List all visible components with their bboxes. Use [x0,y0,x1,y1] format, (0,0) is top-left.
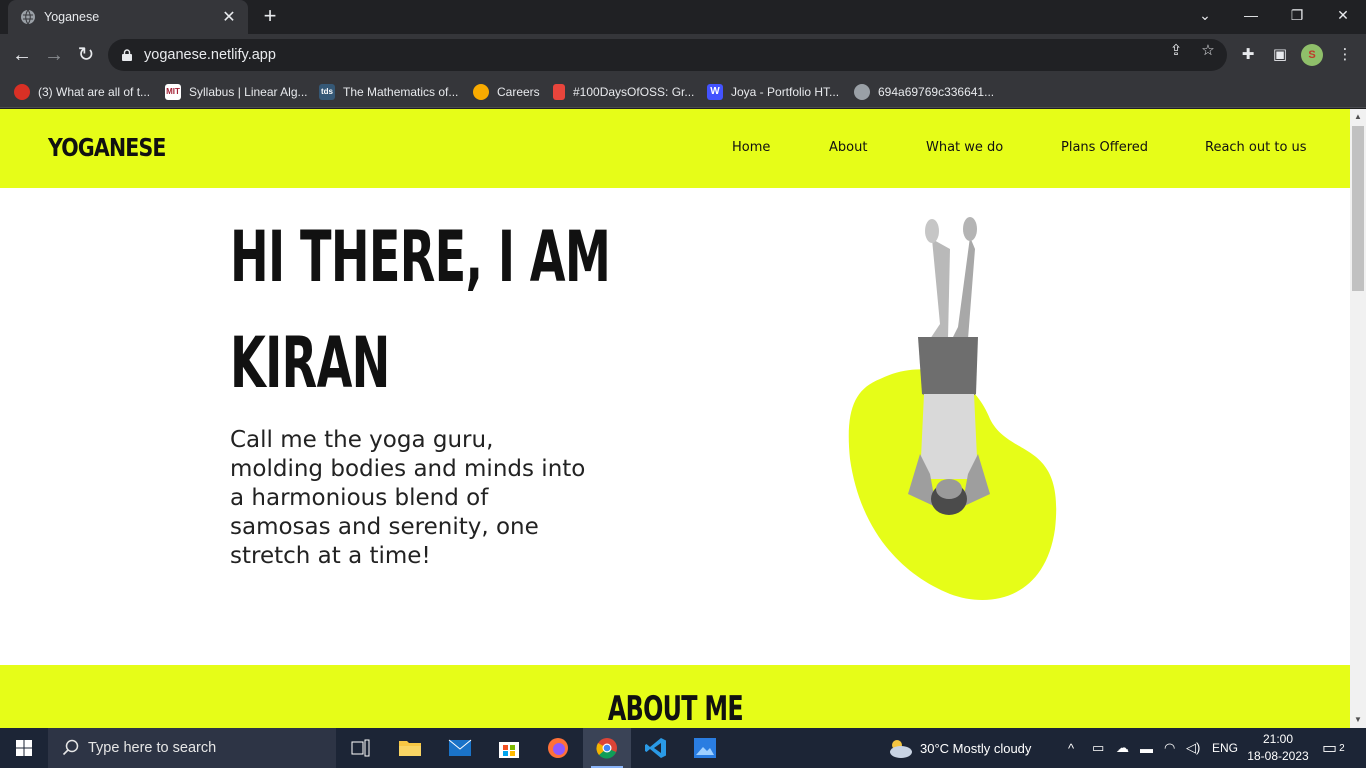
start-button[interactable] [0,728,48,768]
taskbar-search[interactable]: Type here to search [48,728,336,768]
bookmarks-bar: (3) What are all of t... MIT Syllabus | … [0,76,1366,108]
nav-reach-out[interactable]: Reach out to us [1205,140,1307,155]
show-hidden-icons-icon[interactable]: ^ [1068,728,1074,768]
back-arrow-icon[interactable]: ← [10,43,34,67]
mail-icon[interactable] [436,728,484,768]
url-text: yoganese.netlify.app [144,47,276,63]
bookmark-item[interactable]: Careers [473,82,540,102]
bookmark-item[interactable]: 694a69769c336641... [854,82,994,102]
vscode-icon[interactable] [632,728,680,768]
browser-toolbar: ← → ↻ yoganese.netlify.app ⇪ ☆ ✚ ▣ S ⋮ [0,34,1366,76]
windows-logo-icon [16,740,32,756]
weather-text: 30°C Mostly cloudy [920,740,1032,756]
youtube-icon [14,84,30,100]
notification-icon: ▭ [1322,740,1338,757]
page-viewport: YOGANESE Home About What we do Plans Off… [0,109,1350,728]
site-header: YOGANESE Home About What we do Plans Off… [0,109,1350,188]
taskbar-clock[interactable]: 21:00 18-08-2023 [1244,731,1312,765]
nav-what-we-do[interactable]: What we do [926,140,1003,155]
browser-tab-strip: Yoganese ✕ + ⌄ — ❐ ✕ [0,0,1366,34]
bookmark-item[interactable]: #100DaysOfOSS: Gr... [553,82,694,102]
onedrive-icon[interactable]: ☁ [1116,728,1129,768]
bookmark-item[interactable]: MIT Syllabus | Linear Alg... [165,82,308,102]
window-close-button[interactable]: ✕ [1320,0,1366,34]
bookmark-item[interactable]: (3) What are all of t... [14,82,150,102]
hero-title-line-1: HI THERE, I AM [230,216,611,298]
hero-title: HI THERE, I AM KIRAN [230,204,611,416]
file-explorer-icon[interactable] [386,728,434,768]
microsoft-store-icon[interactable] [485,728,533,768]
weather-widget[interactable]: 30°C Mostly cloudy [886,728,1031,768]
cloudy-weather-icon [890,740,912,758]
notification-count: 2 [1339,742,1345,754]
tab-search-icon[interactable]: ⌄ [1182,0,1228,34]
wifi-icon[interactable]: ◠ [1164,728,1175,768]
reload-icon[interactable]: ↻ [74,43,98,67]
clock-time: 21:00 [1262,732,1294,746]
chrome-icon[interactable] [583,728,631,768]
close-tab-icon[interactable]: ✕ [220,7,238,27]
about-heading: ABOUT ME [607,689,744,728]
meet-now-icon[interactable]: ▭ [1092,728,1104,768]
page-scrollbar[interactable]: ▲ ▼ [1350,109,1366,728]
bookmark-label: Syllabus | Linear Alg... [189,85,308,99]
extensions-icon[interactable]: ✚ [1239,46,1257,64]
bookmark-label: 694a69769c336641... [878,85,995,99]
careers-icon [473,84,489,100]
notifications-button[interactable]: ▭ 2 [1322,728,1345,768]
battery-icon[interactable]: ▬ [1140,728,1153,768]
firefox-icon[interactable] [534,728,582,768]
clock-date: 18-08-2023 [1247,749,1309,763]
menu-kebab-icon[interactable]: ⋮ [1336,46,1354,64]
scrollbar-thumb[interactable] [1352,126,1364,291]
site-logo[interactable]: YOGANESE [48,133,166,162]
hero-title-line-2: KIRAN [230,322,390,404]
forward-arrow-icon[interactable]: → [42,43,66,67]
share-icon[interactable]: ⇪ [1167,42,1185,60]
tds-icon: tds [319,84,335,100]
browser-tab[interactable]: Yoganese ✕ [8,0,248,34]
new-tab-button[interactable]: + [258,5,282,29]
bookmark-label: Joya - Portfolio HT... [731,85,840,99]
about-section: ABOUT ME [0,665,1350,728]
bookmark-item[interactable]: tds The Mathematics of... [319,82,458,102]
bookmark-icon [553,84,565,100]
tab-title: Yoganese [44,10,100,24]
bookmark-item[interactable]: W Joya - Portfolio HT... [707,82,839,102]
restore-button[interactable]: ❐ [1274,0,1320,34]
photos-icon[interactable] [681,728,729,768]
windows-taskbar: Type here to search 30°C Mostly cloudy ^… [0,728,1366,768]
bookmark-label: The Mathematics of... [343,85,459,99]
scroll-down-icon[interactable]: ▼ [1350,712,1366,728]
bookmark-star-icon[interactable]: ☆ [1199,42,1217,60]
globe-icon [854,84,870,100]
globe-icon [21,9,35,25]
task-view-icon[interactable] [337,728,385,768]
address-bar[interactable]: yoganese.netlify.app [108,39,1227,71]
nav-about[interactable]: About [829,140,867,155]
hero-tagline: Call me the yoga guru, molding bodies an… [230,427,586,569]
nav-home[interactable]: Home [732,140,770,155]
language-indicator[interactable]: ENG [1212,728,1238,768]
minimize-button[interactable]: — [1228,0,1274,34]
nav-plans-offered[interactable]: Plans Offered [1061,140,1148,155]
bookmark-label: #100DaysOfOSS: Gr... [573,85,695,99]
search-placeholder: Type here to search [88,740,217,756]
side-panel-icon[interactable]: ▣ [1271,46,1289,64]
volume-icon[interactable]: ◁) [1186,728,1200,768]
webflow-icon: W [707,84,723,100]
profile-avatar[interactable]: S [1301,44,1323,66]
lock-icon [122,49,132,61]
bookmark-label: Careers [497,85,540,99]
search-icon [62,739,79,756]
headstand-yoga-illustration [848,217,1057,601]
bookmark-label: (3) What are all of t... [38,85,151,99]
mit-ocw-icon: MIT [165,84,181,100]
scroll-up-icon[interactable]: ▲ [1350,109,1366,125]
